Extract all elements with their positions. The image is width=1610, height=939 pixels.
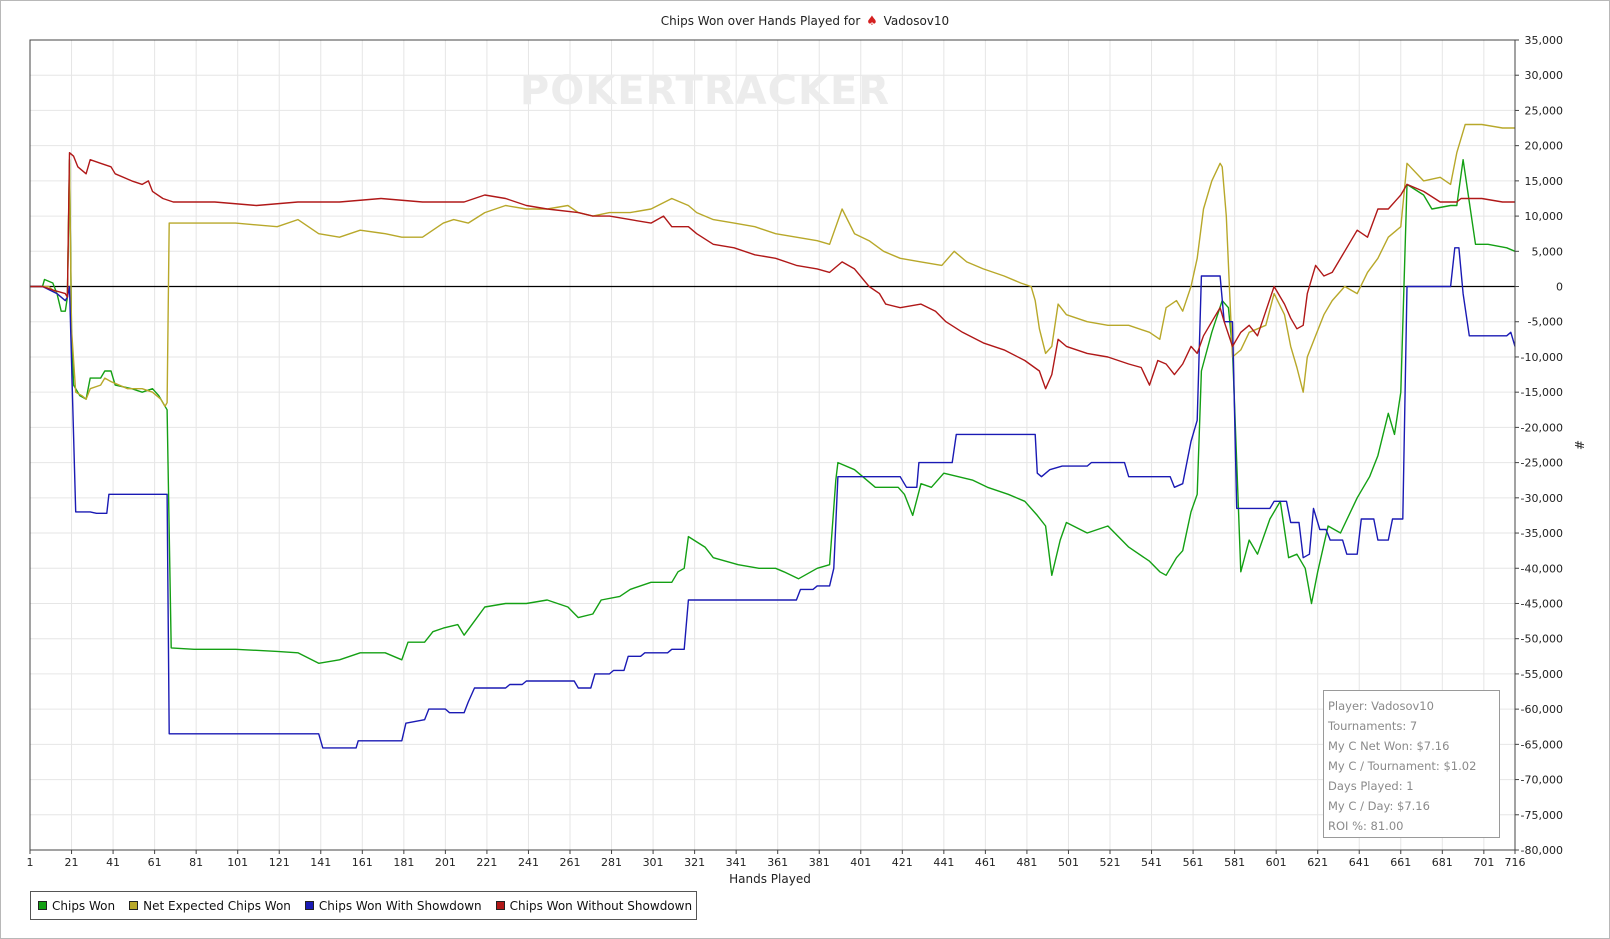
y-tick-label: -70,000: [1521, 774, 1563, 787]
stats-days-played: Days Played: 1: [1328, 779, 1414, 793]
x-tick-label: 41: [106, 856, 120, 869]
y-tick-label: 15,000: [1525, 175, 1564, 188]
x-tick-label: 661: [1390, 856, 1411, 869]
x-tick-label: 261: [560, 856, 581, 869]
grid-lines: [29, 39, 1516, 851]
chart-title-text: Chips Won over Hands Played for: [660, 14, 861, 28]
legend-swatch: [304, 901, 314, 910]
x-tick-label: 401: [850, 856, 871, 869]
plot-area-border: [29, 39, 1516, 851]
legend-item-chips-won[interactable]: Chips Won: [38, 899, 115, 913]
y-tick-label: -65,000: [1521, 738, 1563, 751]
x-tick-label: 481: [1016, 856, 1037, 869]
x-tick-label: 521: [1100, 856, 1121, 869]
stats-tournaments: Tournaments: 7: [1328, 719, 1418, 733]
legend-label: Chips Won Without Showdown: [509, 898, 693, 913]
y-tick-label: -40,000: [1521, 562, 1563, 575]
y-tick-label: -75,000: [1521, 809, 1563, 822]
stats-net-won: My C Net Won: $7.16: [1328, 739, 1450, 753]
legend-item-without-showdown[interactable]: Chips Won Without Showdown: [495, 898, 693, 913]
x-axis-label: Hands Played: [729, 872, 811, 886]
x-tick-label: 421: [892, 856, 913, 869]
y-tick-label: 5,000: [1532, 245, 1564, 258]
x-tick-label: 321: [684, 856, 705, 869]
x-tick-label: 141: [310, 856, 331, 869]
legend-label: Net Expected Chips Won: [143, 898, 291, 913]
legend-item-with-showdown[interactable]: Chips Won With Showdown: [304, 898, 482, 913]
stats-player: Player: Vadosov10: [1328, 699, 1434, 713]
x-tick-label: 641: [1349, 856, 1370, 869]
y-tick-label: -10,000: [1521, 351, 1563, 364]
y-tick-label: 0: [1556, 281, 1563, 294]
y-tick-label: -80,000: [1521, 844, 1563, 857]
x-tick-label: 281: [601, 856, 622, 869]
stats-roi: ROI %: 81.00: [1328, 819, 1404, 833]
x-tick-label: 301: [643, 856, 664, 869]
y-tick-label: 10,000: [1525, 210, 1564, 223]
x-tick-label: 1: [27, 856, 34, 869]
x-tick-label: 161: [352, 856, 373, 869]
x-tick-label: 716: [1505, 856, 1526, 869]
y-tick-label: -25,000: [1521, 457, 1563, 470]
legend-swatch: [495, 901, 505, 910]
y-tick-label: -15,000: [1521, 386, 1563, 399]
x-tick-label: 61: [148, 856, 162, 869]
x-tick-label: 101: [227, 856, 248, 869]
stats-per-day: My C / Day: $7.16: [1328, 799, 1430, 813]
x-tick-label: 621: [1307, 856, 1328, 869]
chart-title: Chips Won over Hands Played for ♠ Vadoso…: [0, 14, 1610, 29]
chart-title-player: Vadosov10: [883, 14, 950, 28]
x-tick-label: 341: [726, 856, 747, 869]
y-tick-label: 20,000: [1525, 140, 1564, 153]
x-tick-label: 81: [189, 856, 203, 869]
watermark: POKERTRACKER: [520, 68, 890, 114]
legend-label: Chips Won With Showdown: [318, 898, 482, 913]
x-tick-label: 561: [1183, 856, 1204, 869]
x-tick-label: 181: [393, 856, 414, 869]
y-tick-label: -50,000: [1521, 633, 1563, 646]
legend-item-net-expected[interactable]: Net Expected Chips Won: [129, 899, 291, 913]
x-tick-label: 201: [435, 856, 456, 869]
x-tick-label: 381: [809, 856, 830, 869]
legend-label: Chips Won: [52, 898, 116, 913]
x-tick-label: 361: [767, 856, 788, 869]
y-axis-label: #: [1572, 440, 1586, 450]
y-tick-label: -55,000: [1521, 668, 1563, 681]
x-tick-label: 541: [1141, 856, 1162, 869]
x-tick-label: 21: [65, 856, 79, 869]
spade-icon: ♠: [866, 14, 878, 29]
series-line-net-expected-chips-won: [30, 123, 1515, 407]
y-tick-label: -30,000: [1521, 492, 1563, 505]
x-tick-label: 441: [933, 856, 954, 869]
stats-box: Player: Vadosov10 Tournaments: 7 My C Ne…: [1323, 690, 1500, 838]
x-tick-label: 701: [1473, 856, 1494, 869]
x-tick-label: 241: [518, 856, 539, 869]
x-tick-label: 601: [1266, 856, 1287, 869]
x-tick-label: 121: [269, 856, 290, 869]
chart-legend: Chips Won Net Expected Chips Won Chips W…: [30, 891, 697, 920]
y-axis-ticks: 35,000 30,000 25,000 20,000 15,000 10,000 5,00…: [1515, 34, 1563, 857]
x-tick-label: 221: [476, 856, 497, 869]
y-tick-label: -20,000: [1521, 421, 1563, 434]
stats-per-tournament: My C / Tournament: $1.02: [1328, 759, 1477, 773]
y-tick-label: 30,000: [1525, 69, 1564, 82]
series-line-chips-won: [30, 158, 1516, 664]
x-tick-label: 581: [1224, 856, 1245, 869]
x-tick-label: 681: [1432, 856, 1453, 869]
y-tick-label: 25,000: [1525, 104, 1564, 117]
y-tick-label: -5,000: [1528, 316, 1563, 329]
y-tick-label: 35,000: [1525, 34, 1564, 47]
y-tick-label: -60,000: [1521, 703, 1563, 716]
series-lines: [30, 123, 1516, 749]
legend-swatch: [38, 901, 47, 910]
x-tick-label: 461: [975, 856, 996, 869]
x-axis-ticks: 1 21 41 61 81 101 121 141 161 181 201 221 241 261 281 3…: [27, 850, 1526, 869]
legend-swatch: [129, 901, 139, 910]
x-tick-label: 501: [1058, 856, 1079, 869]
y-tick-label: -35,000: [1521, 527, 1563, 540]
y-tick-label: -45,000: [1521, 597, 1563, 610]
